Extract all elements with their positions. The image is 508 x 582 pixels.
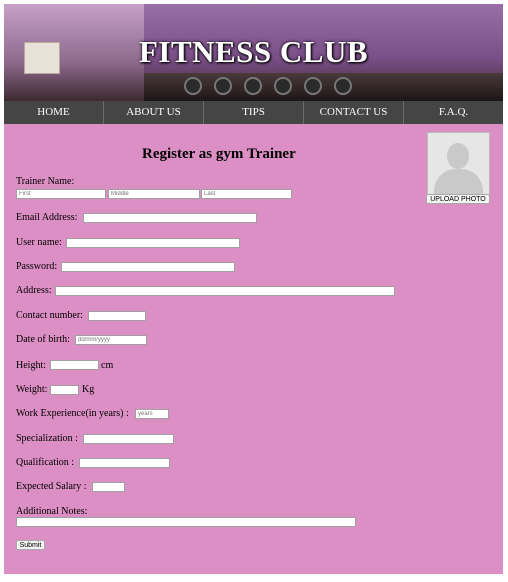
dumbbell-icon [244, 77, 262, 95]
dumbbell-icon [184, 77, 202, 95]
dumbbell-icon [274, 77, 292, 95]
nav-about-us[interactable]: ABOUT US [104, 101, 204, 124]
person-head-icon [447, 143, 469, 169]
height-unit: cm [101, 360, 114, 371]
dumbbell-icon [304, 77, 322, 95]
dumbbell-icon [334, 77, 352, 95]
weight-field[interactable] [50, 385, 79, 395]
specialization-label: Specialization : [16, 433, 78, 444]
height-label: Height: [16, 360, 46, 371]
email-label: Email Address: [16, 212, 78, 223]
middle-name-input[interactable] [108, 189, 200, 199]
salary-label: Expected Salary : [16, 481, 87, 492]
password-field[interactable] [61, 262, 235, 272]
header-banner: FITNESS CLUB [4, 4, 503, 101]
qualification-field[interactable] [79, 458, 170, 468]
avatar-placeholder [427, 132, 490, 195]
nav-home[interactable]: HOME [4, 101, 104, 124]
form-heading: Register as gym Trainer [142, 146, 296, 162]
last-name-input[interactable] [201, 189, 292, 199]
password-label: Password: [16, 261, 58, 272]
notes-label: Additional Notes: [16, 506, 88, 517]
contact-number-label: Contact number: [16, 310, 83, 321]
registration-form: Register as gym Trainer UPLOAD PHOTO Tra… [4, 124, 503, 574]
dob-field[interactable] [75, 335, 147, 345]
dumbbell-icon [214, 77, 232, 95]
dob-label: Date of birth: [16, 334, 70, 345]
nav-contact-us[interactable]: CONTACT US [304, 101, 404, 124]
person-body-icon [434, 169, 483, 194]
experience-label: Work Experience(in years) : [16, 408, 129, 419]
weight-unit: Kg [82, 384, 95, 395]
upload-photo-button[interactable]: UPLOAD PHOTO [426, 194, 490, 204]
email-field[interactable] [83, 213, 257, 223]
first-name-input[interactable] [16, 189, 106, 199]
experience-field[interactable] [135, 409, 169, 419]
contact-number-field[interactable] [88, 311, 146, 321]
specialization-field[interactable] [83, 434, 174, 444]
nav-tips[interactable]: TIPS [204, 101, 304, 124]
site-title: FITNESS CLUB [138, 34, 369, 69]
address-field[interactable] [55, 286, 395, 296]
username-field[interactable] [66, 238, 240, 248]
address-label: Address: [16, 285, 52, 296]
height-field[interactable] [50, 360, 99, 370]
nav-faq[interactable]: F.A.Q. [404, 101, 503, 124]
qualification-label: Qualification : [16, 457, 75, 468]
trainer-name-label: Trainer Name: [16, 176, 75, 187]
username-label: User name: [16, 237, 62, 248]
submit-button[interactable]: Submit [16, 540, 45, 550]
main-nav: HOME ABOUT US TIPS CONTACT US F.A.Q. [4, 101, 503, 124]
notes-field[interactable] [16, 517, 356, 527]
salary-field[interactable] [92, 482, 125, 492]
weight-label: Weight: [16, 384, 48, 395]
